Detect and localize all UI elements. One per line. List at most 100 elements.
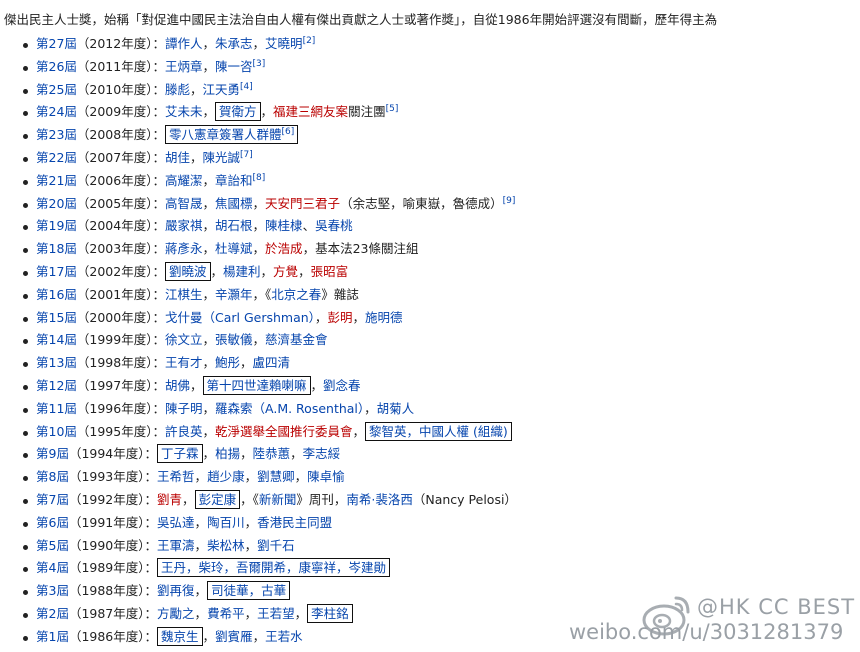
laureate-link[interactable]: 施明德 — [365, 310, 403, 325]
laureate-link[interactable]: 張敏儀 — [215, 332, 253, 347]
laureate-link[interactable]: 丁子霖 — [161, 446, 199, 461]
edition-link[interactable]: 第4屆 — [36, 560, 69, 575]
laureate-link[interactable]: 辛灝年 — [215, 287, 253, 302]
laureate-link[interactable]: 魏京生 — [161, 629, 199, 644]
citation-link[interactable]: [4] — [240, 81, 253, 91]
citation-link[interactable]: [2] — [303, 36, 316, 46]
edition-link[interactable]: 第16屆 — [36, 287, 77, 302]
missing-article-link[interactable]: 福建三網友案 — [273, 104, 348, 119]
laureate-link[interactable]: 第十四世達賴喇嘛 — [207, 378, 307, 393]
edition-link[interactable]: 第25屆 — [36, 82, 77, 97]
laureate-link[interactable]: 羅森索（A.M. Rosenthal） — [215, 401, 364, 416]
laureate-link[interactable]: 楊建利 — [223, 264, 261, 279]
laureate-link[interactable]: 嚴家祺 — [165, 218, 203, 233]
edition-link[interactable]: 第1屆 — [36, 629, 69, 644]
laureate-link[interactable]: 司徒華，古華 — [211, 583, 286, 598]
edition-link[interactable]: 第19屆 — [36, 218, 77, 233]
laureate-link[interactable]: 方勵之 — [157, 606, 195, 621]
laureate-link[interactable]: 艾未未 — [165, 104, 203, 119]
laureate-link[interactable]: 吳春桃 — [315, 218, 353, 233]
edition-link[interactable]: 第22屆 — [36, 150, 77, 165]
edition-link[interactable]: 第2屆 — [36, 606, 69, 621]
edition-link[interactable]: 第10屆 — [36, 424, 77, 439]
laureate-link[interactable]: 南希·裴洛西 — [346, 492, 412, 507]
laureate-link[interactable]: 王丹，柴玲，吾爾開希，康寧祥，岑建勛 — [161, 560, 386, 575]
laureate-link[interactable]: 鮑彤 — [215, 355, 240, 370]
citation-link[interactable]: [5] — [386, 104, 399, 114]
missing-article-link[interactable]: 乾淨選舉全國推行委員會 — [215, 424, 353, 439]
laureate-link[interactable]: 杜導斌 — [215, 241, 253, 256]
laureate-link[interactable]: 劉慧卿 — [257, 469, 295, 484]
laureate-link[interactable]: 吳弘達 — [157, 515, 195, 530]
laureate-link[interactable]: 王若水 — [265, 629, 303, 644]
laureate-link[interactable]: 陳一咨 — [215, 59, 253, 74]
citation-link[interactable]: [8] — [253, 173, 266, 183]
laureate-link[interactable]: 黎智英，中國人權 (組織) — [369, 424, 508, 439]
edition-link[interactable]: 第6屆 — [36, 515, 69, 530]
laureate-link[interactable]: 盧四清 — [253, 355, 291, 370]
laureate-link[interactable]: 陸恭蕙 — [253, 446, 291, 461]
citation-link[interactable]: [3] — [253, 59, 266, 69]
laureate-link[interactable]: 蔣彥永 — [165, 241, 203, 256]
laureate-link[interactable]: 費希平 — [207, 606, 245, 621]
edition-link[interactable]: 第15屆 — [36, 310, 77, 325]
laureate-link[interactable]: 趙少康 — [207, 469, 245, 484]
missing-article-link[interactable]: 方覺 — [273, 264, 298, 279]
laureate-link[interactable]: 章詒和 — [215, 173, 253, 188]
laureate-link[interactable]: 劉賓雁 — [215, 629, 253, 644]
laureate-link[interactable]: 彭定康 — [199, 492, 237, 507]
edition-link[interactable]: 第13屆 — [36, 355, 77, 370]
edition-link[interactable]: 第3屆 — [36, 583, 69, 598]
edition-link[interactable]: 第9屆 — [36, 446, 69, 461]
laureate-link[interactable]: 李柱銘 — [311, 606, 349, 621]
laureate-link[interactable]: 賀衛方 — [219, 104, 257, 119]
edition-link[interactable]: 第24屆 — [36, 104, 77, 119]
edition-link[interactable]: 第18屆 — [36, 241, 77, 256]
laureate-link[interactable]: 王希哲 — [157, 469, 195, 484]
laureate-link[interactable]: 陳桂棣 — [265, 218, 303, 233]
laureate-link[interactable]: 焦國標 — [215, 196, 253, 211]
edition-link[interactable]: 第17屆 — [36, 264, 77, 279]
edition-link[interactable]: 第5屆 — [36, 538, 69, 553]
laureate-link[interactable]: 王有才 — [165, 355, 203, 370]
laureate-link[interactable]: 胡佛 — [165, 378, 190, 393]
edition-link[interactable]: 第20屆 — [36, 196, 77, 211]
laureate-link[interactable]: 陳子明 — [165, 401, 203, 416]
laureate-link[interactable]: 胡佳 — [165, 150, 190, 165]
citation-link[interactable]: [6] — [282, 127, 295, 137]
laureate-link[interactable]: 江天勇 — [203, 82, 241, 97]
missing-article-link[interactable]: 彭明 — [327, 310, 352, 325]
laureate-link[interactable]: 高耀潔 — [165, 173, 203, 188]
citation-link[interactable]: [9] — [503, 195, 516, 205]
laureate-link[interactable]: 香港民主同盟 — [257, 515, 332, 530]
missing-article-link[interactable]: 天安門三君子 — [265, 196, 340, 211]
laureate-link[interactable]: 王若望 — [257, 606, 295, 621]
laureate-link[interactable]: 陶百川 — [207, 515, 245, 530]
laureate-link[interactable]: 胡菊人 — [377, 401, 415, 416]
laureate-link[interactable]: 李志綏 — [303, 446, 341, 461]
laureate-link[interactable]: 柴松林 — [207, 538, 245, 553]
edition-link[interactable]: 第27屆 — [36, 36, 77, 51]
laureate-link[interactable]: 劉念春 — [323, 378, 361, 393]
laureate-link[interactable]: 劉曉波 — [169, 264, 207, 279]
laureate-link[interactable]: 胡石根 — [215, 218, 253, 233]
laureate-link[interactable]: 陳光誠 — [203, 150, 241, 165]
laureate-link[interactable]: 滕彪 — [165, 82, 190, 97]
edition-link[interactable]: 第11屆 — [36, 401, 77, 416]
laureate-link[interactable]: 陳卓愉 — [307, 469, 345, 484]
laureate-link[interactable]: 艾曉明 — [265, 36, 303, 51]
edition-link[interactable]: 第26屆 — [36, 59, 77, 74]
citation-link[interactable]: [7] — [240, 150, 253, 160]
edition-link[interactable]: 第21屆 — [36, 173, 77, 188]
edition-link[interactable]: 第14屆 — [36, 332, 77, 347]
laureate-link[interactable]: 劉再復 — [157, 583, 195, 598]
laureate-link[interactable]: 戈什曼（Carl Gershman） — [165, 310, 315, 325]
laureate-link[interactable]: 高智晟 — [165, 196, 203, 211]
missing-article-link[interactable]: 劉青 — [157, 492, 182, 507]
laureate-link[interactable]: 徐文立 — [165, 332, 203, 347]
edition-link[interactable]: 第8屆 — [36, 469, 69, 484]
laureate-link[interactable]: 王炳章 — [165, 59, 203, 74]
laureate-link[interactable]: 慈濟基金會 — [265, 332, 328, 347]
laureate-link[interactable]: 江棋生 — [165, 287, 203, 302]
laureate-link[interactable]: 新新聞 — [259, 492, 297, 507]
